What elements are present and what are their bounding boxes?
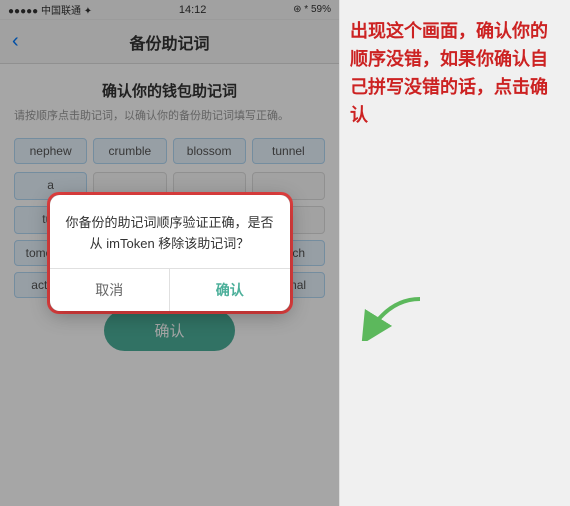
dialog-overlay: 你备份的助记词顺序验证正确，是否从 imToken 移除该助记词？ 取消 确认 [0, 0, 339, 506]
arrow-icon [350, 291, 430, 341]
annotation-area: 出现这个画面，确认你的顺序没错，如果你确认自己拼写没错的话，点击确认 [340, 0, 570, 506]
dialog-content: 你备份的助记词顺序验证正确，是否从 imToken 移除该助记词？ [50, 195, 290, 269]
phone-mockup: ●●●●● 中国联通 ✦ 14:12 ⊛ * 59% ‹ 备份助记词 确认你的钱… [0, 0, 340, 506]
arrow-wrap [350, 291, 430, 346]
dialog-ok-button[interactable]: 确认 [170, 269, 290, 311]
dialog-box: 你备份的助记词顺序验证正确，是否从 imToken 移除该助记词？ 取消 确认 [50, 195, 290, 312]
annotation-text: 出现这个画面，确认你的顺序没错，如果你确认自己拼写没错的话，点击确认 [350, 18, 556, 130]
dialog-highlight-border: 你备份的助记词顺序验证正确，是否从 imToken 移除该助记词？ 取消 确认 [47, 192, 293, 315]
dialog-cancel-button[interactable]: 取消 [50, 269, 171, 311]
dialog-message: 你备份的助记词顺序验证正确，是否从 imToken 移除该助记词？ [66, 213, 274, 255]
dialog-actions: 取消 确认 [50, 268, 290, 311]
